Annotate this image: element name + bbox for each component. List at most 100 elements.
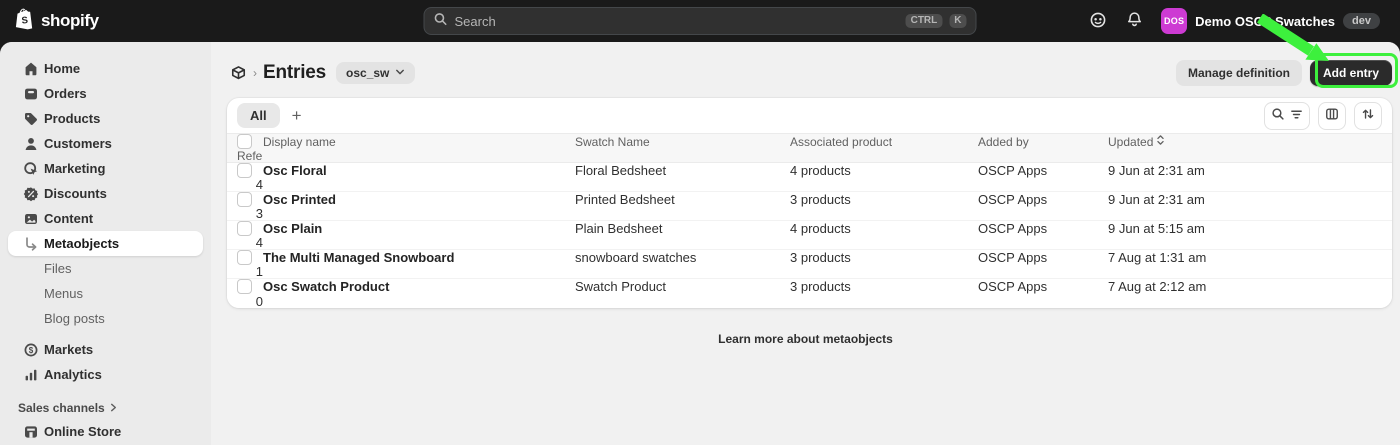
sidebar-item-products[interactable]: Products bbox=[8, 106, 203, 131]
cell-display-name[interactable]: Osc Plain bbox=[263, 221, 575, 236]
table-row[interactable]: The Multi Managed Snowboard snowboard sw… bbox=[227, 250, 1392, 279]
topbar-right: DOS Demo OSCP Swatches dev bbox=[1083, 4, 1386, 38]
column-header-display-name[interactable]: Display name bbox=[263, 135, 575, 149]
sidebar-item-label: Orders bbox=[44, 86, 87, 101]
row-checkbox[interactable] bbox=[237, 163, 252, 178]
sidebar-item-label: Marketing bbox=[44, 161, 106, 176]
sidebar-item-files[interactable]: Files bbox=[8, 256, 203, 281]
learn-more-link[interactable]: Learn more about metaobjects bbox=[718, 332, 893, 346]
global-search[interactable]: CTRL K bbox=[423, 7, 977, 35]
sidebar-item-label: Markets bbox=[44, 342, 94, 357]
sort-carets-icon bbox=[1156, 134, 1165, 149]
sort-button[interactable] bbox=[1354, 101, 1382, 130]
cell-display-name[interactable]: Osc Floral bbox=[263, 163, 575, 178]
column-header-updated[interactable]: Updated bbox=[1108, 134, 1290, 149]
image-icon bbox=[23, 211, 39, 227]
main-content: › Entries osc_sw Manage definition Add e… bbox=[211, 42, 1400, 445]
sidebar-item-markets[interactable]: $ Markets bbox=[8, 337, 203, 362]
tag-icon bbox=[23, 111, 39, 127]
bar-chart-icon bbox=[23, 367, 39, 383]
globe-dollar-icon: $ bbox=[23, 342, 39, 358]
cell-associated-product: 4 products bbox=[790, 163, 851, 178]
storefront-icon bbox=[23, 424, 39, 440]
cell-swatch-name: Swatch Product bbox=[575, 279, 667, 294]
sidebar-item-discounts[interactable]: Discounts bbox=[8, 181, 203, 206]
add-view-button[interactable]: + bbox=[292, 107, 302, 124]
shopify-logo[interactable]: S shopify bbox=[14, 7, 99, 36]
column-header-references[interactable]: References bbox=[237, 149, 263, 163]
table-row[interactable]: Osc Plain Plain Bedsheet 4 products OSCP… bbox=[227, 221, 1392, 250]
cell-swatch-name: Plain Bedsheet bbox=[575, 221, 663, 236]
row-checkbox[interactable] bbox=[237, 221, 252, 236]
manage-definition-button[interactable]: Manage definition bbox=[1175, 60, 1302, 86]
cell-added-by: OSCP Apps bbox=[978, 279, 1048, 294]
updated-label: Updated bbox=[1108, 134, 1154, 149]
card-footer: Learn more about metaobjects bbox=[211, 330, 1400, 348]
sidebar-item-label: Customers bbox=[44, 136, 112, 151]
sidebar-item-blog-posts[interactable]: Blog posts bbox=[8, 306, 203, 331]
definition-dropdown[interactable]: osc_sw bbox=[336, 62, 416, 84]
columns-icon bbox=[1325, 107, 1339, 124]
cell-display-name[interactable]: Osc Swatch Product bbox=[263, 279, 575, 294]
cell-added-by: OSCP Apps bbox=[978, 221, 1048, 236]
search-icon bbox=[434, 12, 448, 31]
column-header-added-by[interactable]: Added by bbox=[978, 135, 1108, 149]
sidebar-item-home[interactable]: Home bbox=[8, 56, 203, 81]
row-checkbox[interactable] bbox=[237, 250, 252, 265]
sort-arrows-icon bbox=[1361, 107, 1375, 124]
sidebar-item-label: Home bbox=[44, 61, 81, 76]
cell-display-name[interactable]: Osc Printed bbox=[263, 192, 575, 207]
add-entry-button[interactable]: Add entry bbox=[1309, 60, 1392, 86]
sidebar-item-marketing[interactable]: Marketing bbox=[8, 156, 203, 181]
sidebar-item-content[interactable]: Content bbox=[8, 206, 203, 231]
sidebar-item-orders[interactable]: Orders bbox=[8, 81, 203, 106]
select-all-checkbox[interactable] bbox=[237, 134, 252, 149]
sidebar-item-label: Analytics bbox=[44, 367, 102, 382]
sidebar-item-customers[interactable]: Customers bbox=[8, 131, 203, 156]
cell-references: 4 bbox=[255, 177, 263, 192]
search-input[interactable] bbox=[454, 13, 899, 29]
header-actions: Manage definition Add entry bbox=[1175, 60, 1392, 86]
sidebar-item-analytics[interactable]: Analytics bbox=[8, 362, 203, 387]
table-row[interactable]: Osc Floral Floral Bedsheet 4 products OS… bbox=[227, 163, 1392, 192]
row-checkbox[interactable] bbox=[237, 279, 252, 294]
tab-all[interactable]: All bbox=[237, 103, 280, 128]
sales-channels-section[interactable]: Sales channels bbox=[8, 397, 203, 419]
sidebar-item-label: Content bbox=[44, 211, 94, 226]
table-row[interactable]: Osc Swatch Product Swatch Product 3 prod… bbox=[227, 279, 1392, 308]
metaobject-cube-icon[interactable] bbox=[229, 64, 247, 82]
sidebar-item-label: Menus bbox=[44, 286, 84, 301]
table-header-row: Display name Swatch Name Associated prod… bbox=[227, 134, 1392, 163]
breadcrumb-chevron-icon: › bbox=[253, 66, 257, 80]
cell-associated-product: 3 products bbox=[790, 279, 851, 294]
cell-added-by: OSCP Apps bbox=[978, 163, 1048, 178]
row-checkbox[interactable] bbox=[237, 192, 252, 207]
person-icon bbox=[23, 136, 39, 152]
page-header: › Entries osc_sw Manage definition Add e… bbox=[227, 56, 1392, 90]
store-avatar: DOS bbox=[1161, 8, 1188, 34]
cell-added-by: OSCP Apps bbox=[978, 192, 1048, 207]
cell-updated: 9 Jun at 5:15 am bbox=[1108, 221, 1205, 236]
cell-updated: 9 Jun at 2:31 am bbox=[1108, 163, 1205, 178]
column-header-swatch-name[interactable]: Swatch Name bbox=[575, 135, 790, 149]
sidekick-button[interactable] bbox=[1083, 6, 1113, 36]
store-name: Demo OSCP Swatches bbox=[1195, 13, 1336, 29]
sidebar-item-online-store[interactable]: Online Store bbox=[8, 419, 203, 444]
topbar: S shopify CTRL K DOS Demo OSCP Swatches … bbox=[0, 0, 1400, 42]
column-header-associated-product[interactable]: Associated product bbox=[790, 135, 978, 149]
sidebar-item-menus[interactable]: Menus bbox=[8, 281, 203, 306]
store-menu[interactable]: DOS Demo OSCP Swatches dev bbox=[1155, 4, 1386, 38]
cell-references: 0 bbox=[255, 293, 263, 309]
columns-button[interactable] bbox=[1318, 101, 1346, 130]
chevron-right-icon bbox=[109, 401, 118, 415]
cell-display-name[interactable]: The Multi Managed Snowboard bbox=[263, 250, 575, 265]
sidebar-item-label: Files bbox=[44, 261, 72, 276]
table-row[interactable]: Osc Printed Printed Bedsheet 3 products … bbox=[227, 192, 1392, 221]
search-filter-button[interactable] bbox=[1264, 101, 1310, 130]
notifications-button[interactable] bbox=[1119, 6, 1149, 36]
shopify-bag-icon: S bbox=[14, 7, 36, 36]
definition-badge-label: osc_sw bbox=[346, 66, 390, 80]
sidebar-item-metaobjects[interactable]: Metaobjects bbox=[8, 231, 203, 256]
cell-added-by: OSCP Apps bbox=[978, 250, 1048, 265]
cell-swatch-name: Printed Bedsheet bbox=[575, 192, 675, 207]
